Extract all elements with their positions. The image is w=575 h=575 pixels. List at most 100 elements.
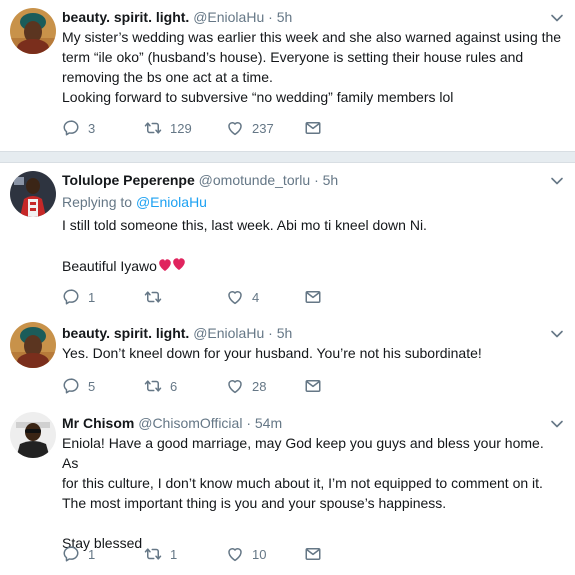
replying-to-label: Replying to [62, 194, 133, 210]
replying-to: Replying to @EniolaHu [62, 193, 207, 211]
display-name[interactable]: Mr Chisom [62, 415, 134, 431]
separator-dot: · [314, 172, 319, 188]
tweet-3[interactable]: beauty. spirit. light. @EniolaHu · 5h Ye… [0, 318, 575, 406]
timestamp[interactable]: 5h [277, 9, 293, 25]
more-options-caret[interactable] [549, 326, 565, 342]
timestamp[interactable]: 5h [323, 172, 339, 188]
like-button[interactable]: 10 [226, 544, 266, 564]
reply-icon [62, 545, 80, 563]
display-name[interactable]: Tolulope Peperenpe [62, 172, 195, 188]
tweet-1[interactable]: beauty. spirit. light. @EniolaHu · 5h My… [0, 0, 575, 151]
separator-dot: · [246, 415, 251, 431]
retweet-button[interactable]: 1 [144, 544, 177, 564]
tweet-header: Mr Chisom @ChisomOfficial · 54m [62, 414, 282, 432]
tweet-actions: 3 129 237 [62, 118, 562, 138]
direct-message-button[interactable] [304, 376, 322, 396]
like-button[interactable]: 28 [226, 376, 266, 396]
reply-button[interactable]: 1 [62, 287, 95, 307]
chevron-down-icon [549, 173, 565, 189]
two-hearts-emoji [157, 255, 191, 278]
reply-count: 1 [88, 289, 96, 305]
retweet-count: 129 [170, 120, 192, 136]
like-button[interactable]: 4 [226, 287, 259, 307]
timestamp[interactable]: 5h [277, 325, 293, 341]
like-count: 10 [252, 546, 267, 562]
tweet-2[interactable]: Tolulope Peperenpe @omotunde_torlu · 5h … [0, 163, 575, 310]
reply-button[interactable]: 3 [62, 118, 95, 138]
username[interactable]: @EniolaHu [193, 325, 264, 341]
retweet-button[interactable] [144, 287, 170, 307]
retweet-icon [144, 377, 162, 395]
envelope-icon [304, 545, 322, 563]
direct-message-button[interactable] [304, 544, 322, 564]
retweet-icon [144, 545, 162, 563]
more-options-caret[interactable] [549, 10, 565, 26]
direct-message-button[interactable] [304, 287, 322, 307]
direct-message-button[interactable] [304, 118, 322, 138]
tweet-line: The most important thing is you and your… [62, 495, 447, 511]
more-options-caret[interactable] [549, 173, 565, 189]
chevron-down-icon [549, 326, 565, 342]
tweet-line: for this culture, I don’t know much abou… [62, 475, 543, 491]
reply-count: 5 [88, 378, 96, 394]
chevron-down-icon [549, 416, 565, 432]
tweet-line-with-emoji: Beautiful Iyawo [62, 255, 562, 278]
tweet-text: I still told someone this, last week. Ab… [62, 215, 562, 278]
reply-count: 1 [88, 546, 96, 562]
tweet-actions: 1 1 10 [62, 544, 562, 564]
reply-button[interactable]: 1 [62, 544, 95, 564]
reply-button[interactable]: 5 [62, 376, 95, 396]
avatar[interactable] [10, 171, 56, 217]
tweet-line: Eniola! Have a good marriage, may God ke… [62, 435, 544, 471]
like-count: 28 [252, 378, 267, 394]
tweet-line: My sister’s wedding was earlier this wee… [62, 29, 562, 45]
heart-icon [226, 119, 244, 137]
like-button[interactable]: 237 [226, 118, 274, 138]
tweet-actions: 1 4 [62, 287, 562, 307]
envelope-icon [304, 288, 322, 306]
avatar[interactable] [10, 412, 56, 458]
reply-icon [62, 119, 80, 137]
retweet-button[interactable]: 6 [144, 376, 177, 396]
tweet-line: I still told someone this, last week. Ab… [62, 217, 427, 233]
display-name[interactable]: beauty. spirit. light. [62, 9, 189, 25]
envelope-icon [304, 377, 322, 395]
retweet-count: 6 [170, 378, 178, 394]
heart-icon [226, 288, 244, 306]
username[interactable]: @ChisomOfficial [138, 415, 242, 431]
tweet-line: Yes. Don’t kneel down for your husband. … [62, 345, 482, 361]
username[interactable]: @omotunde_torlu [199, 172, 311, 188]
heart-icon [226, 377, 244, 395]
tweet-header: beauty. spirit. light. @EniolaHu · 5h [62, 8, 292, 26]
tweet-separator [0, 151, 575, 163]
reply-count: 3 [88, 120, 96, 136]
avatar[interactable] [10, 8, 56, 54]
tweet-header: beauty. spirit. light. @EniolaHu · 5h [62, 324, 292, 342]
retweet-icon [144, 119, 162, 137]
username[interactable]: @EniolaHu [193, 9, 264, 25]
profile-photo-icon [10, 412, 56, 458]
replying-to-mention[interactable]: @EniolaHu [136, 194, 207, 210]
more-options-caret[interactable] [549, 416, 565, 432]
tweet-text: My sister’s wedding was earlier this wee… [62, 27, 562, 107]
retweet-button[interactable]: 129 [144, 118, 192, 138]
profile-photo-icon [10, 322, 56, 368]
retweet-count: 1 [170, 546, 178, 562]
tweet-text: Eniola! Have a good marriage, may God ke… [62, 433, 562, 553]
heart-icon [226, 545, 244, 563]
tweet-text: Yes. Don’t kneel down for your husband. … [62, 343, 562, 363]
timestamp[interactable]: 54m [255, 415, 282, 431]
reply-icon [62, 377, 80, 395]
separator-dot: · [268, 9, 273, 25]
display-name[interactable]: beauty. spirit. light. [62, 325, 189, 341]
envelope-icon [304, 119, 322, 137]
separator-dot: · [268, 325, 273, 341]
profile-photo-icon [10, 171, 56, 217]
tweet-line: Beautiful Iyawo [62, 258, 157, 274]
tweet-header: Tolulope Peperenpe @omotunde_torlu · 5h [62, 171, 338, 189]
tweet-line: removing the bs one act at a time. [62, 69, 273, 85]
tweet-line: Looking forward to subversive “no weddin… [62, 89, 454, 105]
avatar[interactable] [10, 322, 56, 368]
retweet-icon [144, 288, 162, 306]
tweet-4[interactable]: Mr Chisom @ChisomOfficial · 54m Eniola! … [0, 406, 575, 575]
